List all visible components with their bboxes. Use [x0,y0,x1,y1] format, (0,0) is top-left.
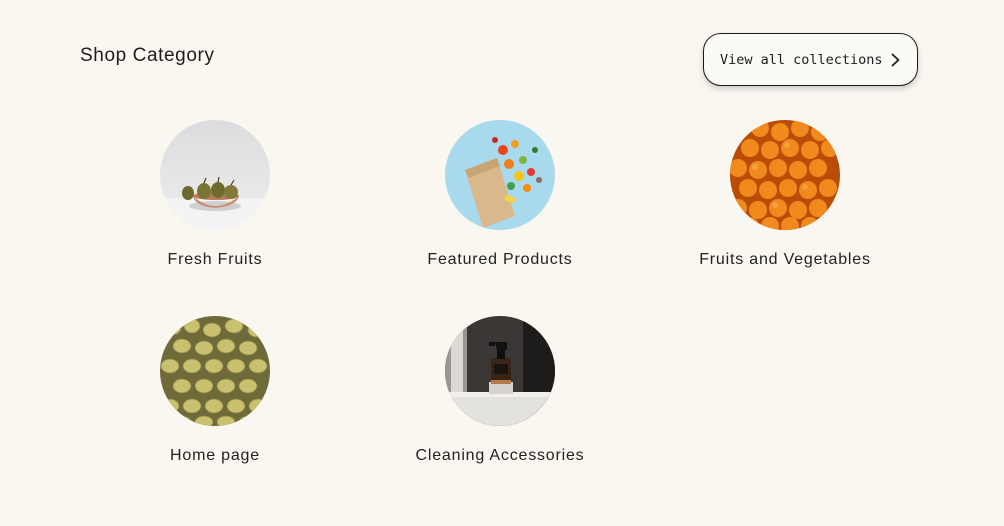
category-label: Cleaning Accessories [415,447,585,464]
view-all-label: View all collections [720,51,883,68]
category-label: Fruits and Vegetables [699,251,871,268]
category-card-fruits-and-vegetables[interactable]: Fruits and Vegetables [655,120,915,269]
category-card-cleaning-accessories[interactable]: Cleaning Accessories [370,316,630,465]
section-title: Shop Category [80,45,215,66]
grocery-bag-image [445,120,555,230]
chevron-right-icon [891,53,900,67]
category-label: Home page [170,447,260,464]
shop-category-section: Shop Category View all collections Fresh… [0,0,1004,526]
view-all-collections-button[interactable]: View all collections [703,33,918,86]
category-card-featured-products[interactable]: Featured Products [370,120,630,269]
pears-in-bowl-image [160,120,270,230]
category-card-fresh-fruits[interactable]: Fresh Fruits [85,120,345,269]
category-label: Featured Products [427,251,573,268]
category-label: Fresh Fruits [167,251,263,268]
category-card-home-page[interactable]: Home page [85,316,345,465]
spray-bottle-image [445,316,555,426]
oranges-image [730,120,840,230]
potatoes-image [160,316,270,426]
